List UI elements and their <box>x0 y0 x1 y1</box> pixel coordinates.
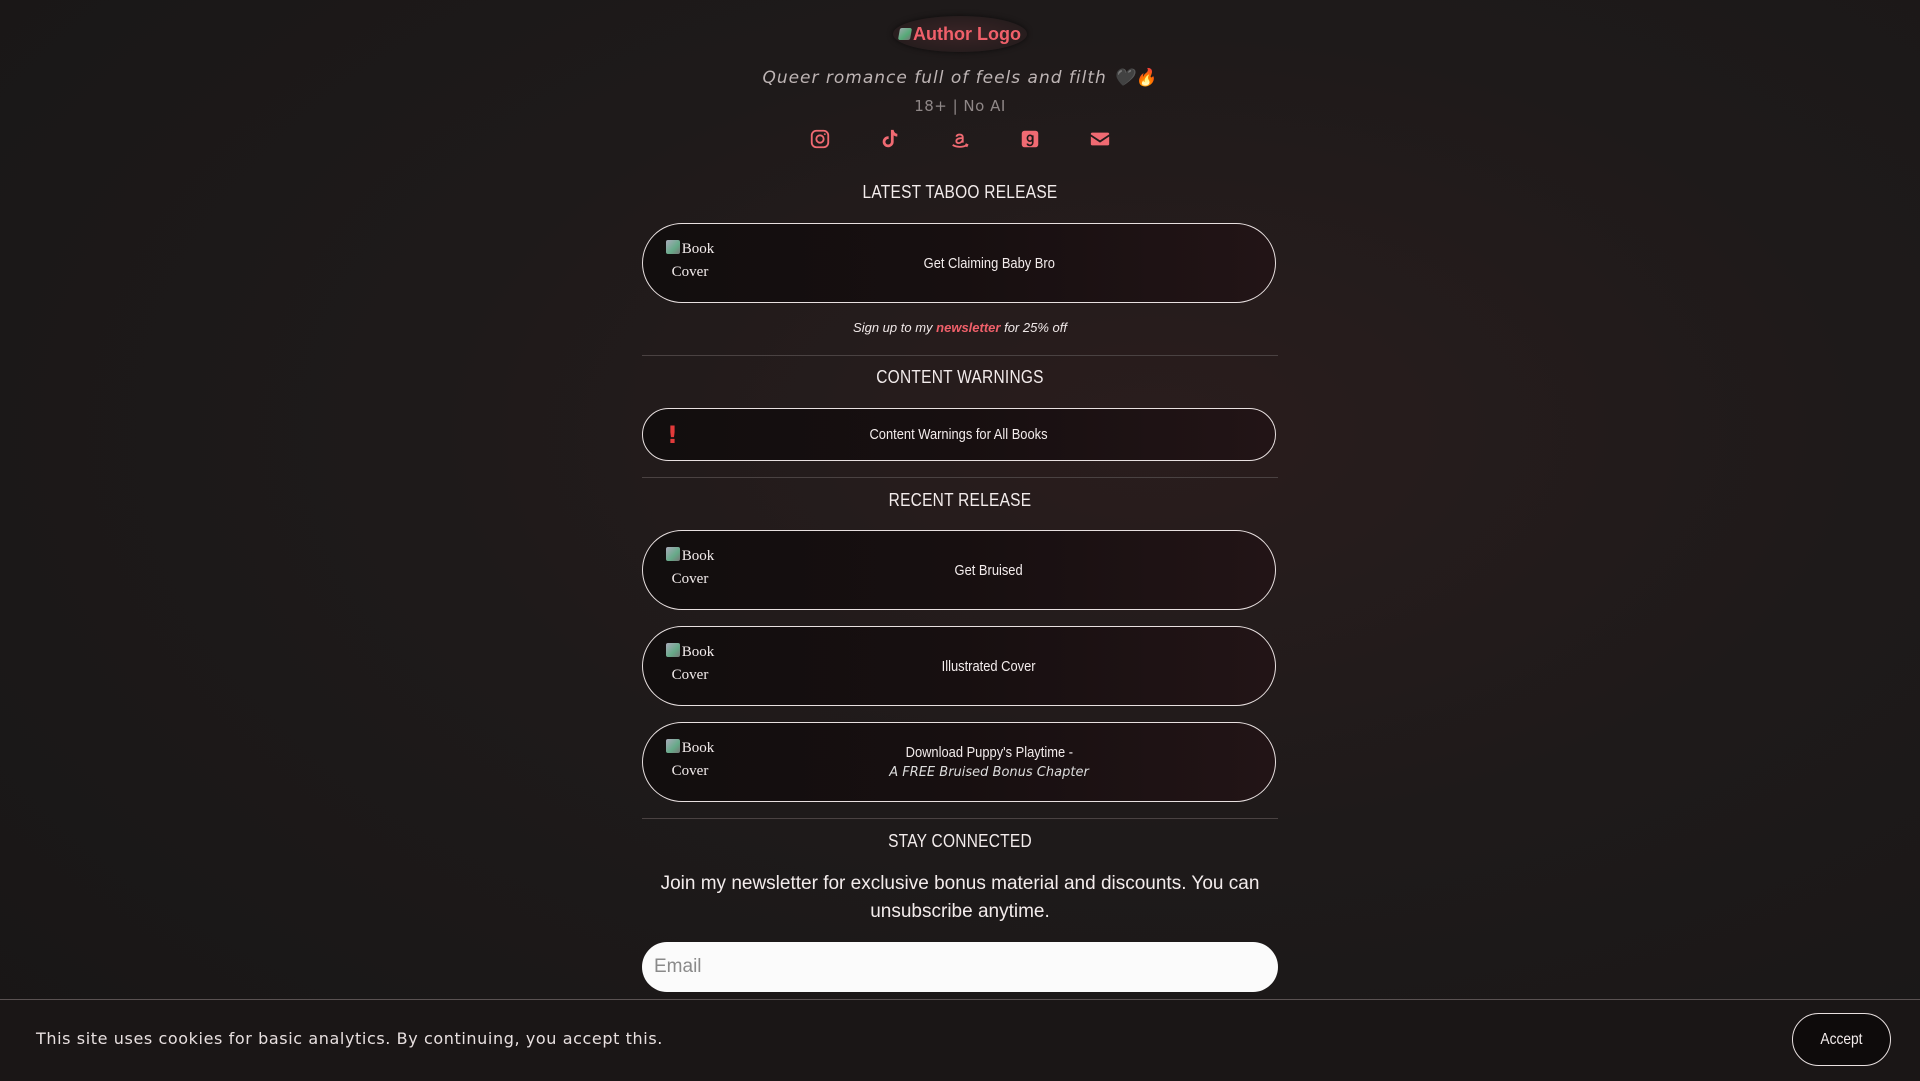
divider <box>642 818 1278 819</box>
broken-image-icon <box>665 643 680 657</box>
social-links <box>642 127 1278 151</box>
email-icon[interactable] <box>1088 127 1112 151</box>
section-title-recent: RECENT RELEASE <box>888 490 1032 510</box>
recent-release-card[interactable]: Book Cover Download Puppy's Playtime - A… <box>642 722 1276 802</box>
section-title-connect: STAY CONNECTED <box>888 831 1032 851</box>
section-title-latest: LATEST TABOO RELEASE <box>862 182 1058 202</box>
divider <box>642 355 1278 356</box>
author-logo-alt: Author Logo <box>913 23 1021 44</box>
instagram-icon[interactable] <box>808 127 832 151</box>
recent-release-card[interactable]: Book Cover Illustrated Cover <box>642 626 1276 706</box>
divider <box>642 477 1278 478</box>
content-warnings-card[interactable]: ! Content Warnings for All Books <box>642 408 1276 461</box>
accept-button[interactable]: Accept <box>1792 1013 1891 1066</box>
recent-release-label: Download Puppy's Playtime - A FREE Bruis… <box>889 744 1089 780</box>
newsletter-link[interactable]: newsletter <box>936 320 1000 335</box>
broken-image-icon <box>665 240 680 254</box>
latest-release-card[interactable]: Book Cover Get Claiming Baby Bro <box>642 223 1276 303</box>
page: Author Logo Queer romance full of feels … <box>0 0 1920 1081</box>
cookie-banner: This site uses cookies for basic analyti… <box>0 999 1920 1081</box>
amazon-icon[interactable] <box>948 127 972 151</box>
tiktok-icon[interactable] <box>878 127 902 151</box>
tagline: Queer romance full of feels and filth 🖤🔥 <box>762 68 1158 88</box>
recent-release-card[interactable]: Book Cover Get Bruised <box>642 530 1276 610</box>
age-rating: 18+ | No AI <box>914 97 1006 115</box>
recent-release-label: Illustrated Cover <box>942 657 1036 675</box>
email-field[interactable] <box>642 942 1278 992</box>
goodreads-icon[interactable] <box>1018 127 1042 151</box>
broken-image-icon <box>897 28 913 40</box>
recent-release-label: Get Bruised <box>954 561 1024 579</box>
recent-release-sublabel: A FREE Bruised Bonus Chapter <box>889 765 1089 780</box>
section-title-warnings: CONTENT WARNINGS <box>876 367 1044 387</box>
latest-release-label: Get Claiming Baby Bro <box>923 254 1055 272</box>
newsletter-description: Join my newsletter for exclusive bonus m… <box>660 873 1260 922</box>
newsletter-promo: Sign up to my newsletter for 25% off <box>853 320 1067 335</box>
broken-image-icon <box>665 547 680 561</box>
author-logo[interactable]: Author Logo <box>893 16 1027 52</box>
broken-image-icon <box>665 739 680 753</box>
content-warnings-label: Content Warnings for All Books <box>869 426 1049 443</box>
cookie-message: This site uses cookies for basic analyti… <box>36 1029 663 1048</box>
